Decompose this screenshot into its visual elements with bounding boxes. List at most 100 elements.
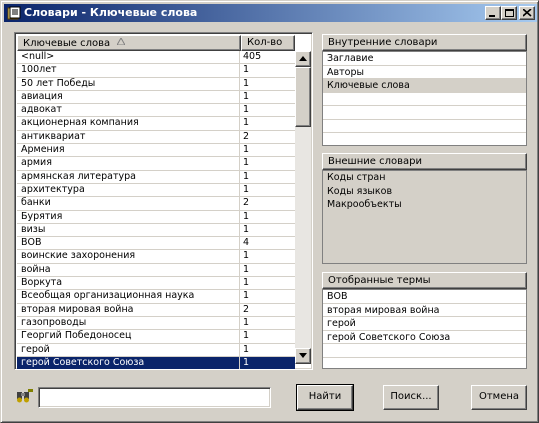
maximize-button[interactable] [501,6,517,20]
selected-term-item[interactable]: герой [323,317,526,331]
dictionary-icon [7,6,21,20]
table-row[interactable]: 100лет 1 [17,64,295,78]
table-row[interactable]: война 1 [17,263,295,278]
cell-divider [239,130,240,144]
scroll-up-button[interactable] [295,51,311,67]
internal-dict-item[interactable]: Заглавие [323,52,526,66]
search-input[interactable] [38,387,271,408]
table-row[interactable]: вторая мировая война 2 [17,303,295,317]
table-row[interactable]: авиация 1 [17,90,295,105]
cell-divider [239,170,240,184]
keyword-cell: <null> [21,51,55,62]
keyword-cell: 100лет [21,64,57,76]
count-cell: 405 [243,51,262,62]
keyword-cell: архитектура [21,183,85,195]
table-row[interactable]: воинские захоронения 1 [17,250,295,264]
find-binoculars-icon [17,389,33,406]
table-row[interactable]: Армения 1 [17,144,295,158]
keyword-cell: вторая мировая война [21,303,134,315]
table-row[interactable]: визы 1 [17,223,295,238]
keyword-cell: визы [21,223,46,235]
maximize-icon [505,9,514,17]
internal-dicts-list[interactable]: Заглавие Авторы Ключевые слова [322,51,527,146]
keyword-cell: Воркута [21,277,63,289]
count-cell: 1 [243,90,250,102]
selected-terms-list[interactable]: ВОВ вторая мировая война герой герой Советс… [322,289,527,369]
table-row[interactable]: <null> 405 [17,51,295,65]
table-row[interactable]: Георгий Победоносец 1 [17,330,295,344]
internal-dicts-header: Внутренние словари [322,34,527,51]
table-row[interactable]: Воркута 1 [17,277,295,291]
column-header-keywords[interactable]: Ключевые слова [17,35,241,51]
internal-dict-item-empty[interactable] [323,106,526,120]
cell-divider [239,277,240,291]
table-row[interactable]: адвокат 1 [17,104,295,118]
table-row[interactable]: Всеобщая организационная наука 1 [17,290,295,304]
keyword-cell: адвокат [21,104,62,116]
find-button[interactable]: Найти [296,384,354,411]
scroll-down-button[interactable] [295,348,311,364]
table-row[interactable]: ВОВ 4 [17,237,295,251]
cell-divider [239,90,240,104]
count-cell: 2 [243,303,250,315]
title-bar[interactable]: Словари - Ключевые слова [4,4,537,22]
table-row[interactable]: антиквариат 2 [17,130,295,145]
external-dicts-list[interactable]: Коды стран Коды языков Макрообъекты [322,170,527,264]
table-row[interactable]: акционерная компания 1 [17,117,295,131]
cell-divider [239,197,240,211]
table-row[interactable]: Бурятия 1 [17,210,295,224]
selected-term-item[interactable]: ВОВ [323,290,526,304]
close-icon [523,9,532,17]
cell-divider [239,210,240,224]
external-dict-item[interactable]: Макрообъекты [323,198,526,212]
count-cell: 1 [243,157,250,169]
cell-divider [239,290,240,304]
selected-term-item-empty[interactable] [323,344,526,358]
cell-divider [239,183,240,197]
external-dict-item[interactable]: Коды языков [323,185,526,199]
external-dicts-header: Внешние словари [322,153,527,170]
arrow-up-icon [299,56,307,61]
scroll-thumb[interactable] [295,67,311,127]
keyword-cell: антиквариат [21,130,86,142]
count-cell: 1 [243,144,250,156]
count-cell: 1 [243,117,250,129]
table-row[interactable]: армянская литература 1 [17,170,295,184]
internal-dict-item-empty[interactable] [323,93,526,106]
table-row[interactable]: 50 лет Победы 1 [17,77,295,91]
internal-dict-item[interactable]: Авторы [323,66,526,79]
count-cell: 1 [243,170,250,182]
internal-dict-item-empty[interactable] [323,120,526,133]
cell-divider [239,157,240,171]
table-row[interactable]: газопроводы 1 [17,316,295,331]
keywords-table[interactable]: Ключевые слова Кол-во <null> 405 100лет 1 50… [14,32,313,370]
cancel-button[interactable]: Отмена [471,385,527,410]
column-header-count[interactable]: Кол-во [241,35,295,51]
count-cell: 1 [243,77,250,89]
internal-dict-item[interactable]: Ключевые слова [323,79,526,93]
count-cell: 1 [243,290,250,302]
count-cell: 1 [243,250,250,262]
selected-term-item[interactable]: вторая мировая война [323,304,526,317]
table-row[interactable]: герой Советского Союза 1 [17,356,295,369]
search-button[interactable]: Поиск... [383,385,439,410]
keywords-scrollbar[interactable] [295,51,311,364]
keyword-cell: газопроводы [21,316,87,328]
keyword-cell: Бурятия [21,210,63,222]
selected-term-item-empty[interactable] [323,358,526,369]
keyword-cell: воинские захоронения [21,250,136,262]
table-row[interactable]: банки 2 [17,197,295,211]
count-cell: 1 [243,223,250,235]
external-dict-item[interactable]: Коды стран [323,171,526,185]
close-button[interactable] [519,6,535,20]
minimize-button[interactable] [485,6,501,20]
table-row[interactable]: армия 1 [17,157,295,171]
count-cell: 1 [243,64,250,76]
keyword-cell: ВОВ [21,237,42,249]
internal-dict-item-empty[interactable] [323,133,526,145]
count-cell: 1 [243,277,250,289]
selected-term-item[interactable]: герой Советского Союза [323,331,526,344]
table-row[interactable]: архитектура 1 [17,183,295,198]
table-row[interactable]: герой 1 [17,343,295,357]
cell-divider [239,316,240,330]
